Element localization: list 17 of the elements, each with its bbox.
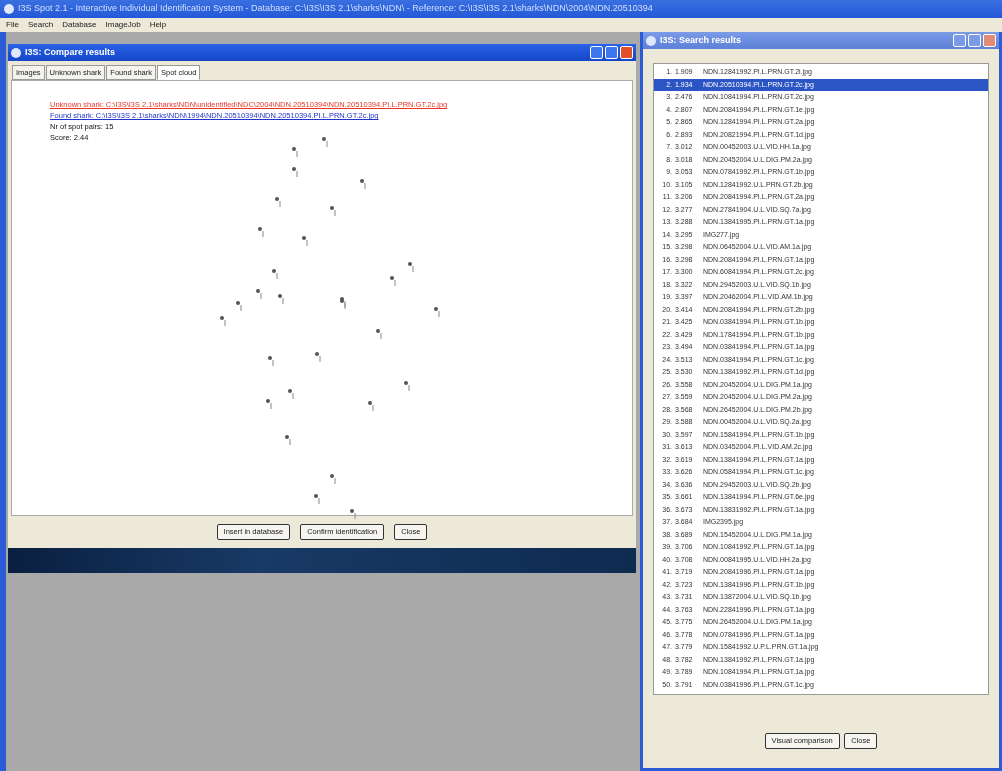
window-title: I3S: Compare results	[25, 45, 116, 59]
menu-item[interactable]: File	[6, 19, 19, 31]
app-icon	[4, 4, 14, 14]
window-icon	[646, 35, 656, 46]
menu-item[interactable]: Search	[27, 19, 54, 31]
window-icon	[11, 47, 21, 58]
window-title: I3S Spot 2.1 - Interactive Individual Identification System - Database: C:\I3S\I3S 2.1\sharks\NDN\ - Reference: C:\I3S\I3S 2.1\sharks\NDN\2004\NDN.20510394	[18, 2, 653, 16]
minimize-button[interactable]	[952, 34, 966, 47]
menu-item[interactable]: ImageJob	[105, 19, 141, 31]
window-title: I3S: Search results	[660, 33, 742, 47]
maximize-button[interactable]	[967, 34, 981, 47]
close-button[interactable]	[620, 46, 633, 59]
minimize-button[interactable]	[589, 46, 603, 59]
menu-item[interactable]: Database	[62, 19, 97, 31]
maximize-button[interactable]	[604, 46, 618, 59]
close-button[interactable]	[983, 34, 996, 47]
menu-item[interactable]: Help	[149, 19, 167, 31]
